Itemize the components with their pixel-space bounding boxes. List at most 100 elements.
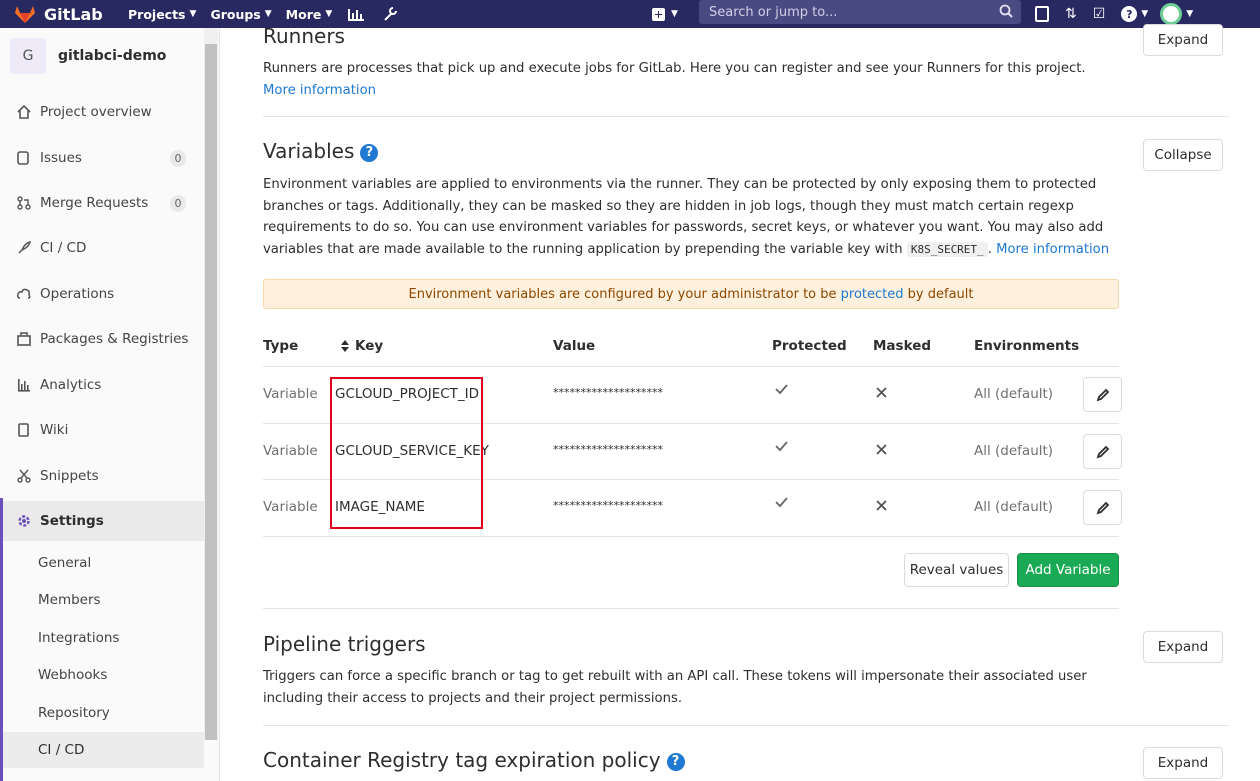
issues-count-badge: 0 bbox=[170, 150, 186, 167]
variables-title: Variables bbox=[263, 139, 355, 163]
registry-expand-button[interactable]: Expand bbox=[1143, 747, 1223, 779]
sidebar-sub-ci-cd[interactable]: CI / CD bbox=[0, 732, 204, 768]
edit-variable-button[interactable] bbox=[1083, 377, 1122, 412]
sidebar-item-snippets[interactable]: Snippets bbox=[0, 456, 204, 496]
merge-request-icon[interactable]: ⇅ bbox=[1065, 6, 1077, 22]
help-icon[interactable]: ? bbox=[360, 143, 379, 162]
sidebar-item-packages-registries[interactable]: Packages & Registries bbox=[0, 319, 204, 359]
variables-description: Environment variables are applied to env… bbox=[263, 174, 1119, 260]
merge-requests-count-badge: 0 bbox=[170, 195, 186, 212]
user-avatar[interactable] bbox=[1160, 3, 1183, 25]
column-masked: Masked bbox=[873, 338, 932, 354]
runners-more-info-link[interactable]: More information bbox=[263, 83, 376, 98]
sidebar-sub-integrations[interactable]: Integrations bbox=[0, 620, 204, 656]
sidebar-item-label: Operations bbox=[40, 286, 115, 302]
settings-active-indicator bbox=[0, 498, 3, 781]
sidebar-item-wiki[interactable]: Wiki bbox=[0, 410, 204, 450]
gear-icon bbox=[16, 513, 32, 529]
sidebar-item-project-overview[interactable]: Project overview bbox=[0, 92, 204, 132]
search-input[interactable]: Search or jump to... bbox=[699, 0, 1021, 24]
runners-desc-text: Runners are processes that pick up and e… bbox=[263, 61, 1086, 76]
chevron-down-icon: ▼ bbox=[189, 9, 197, 19]
sidebar-item-label: Snippets bbox=[40, 468, 99, 484]
alert-text-post: by default bbox=[907, 286, 974, 302]
chevron-down-icon: ▼ bbox=[1186, 9, 1194, 19]
protected-alert: Environment variables are configured by … bbox=[263, 279, 1119, 309]
alert-text-pre: Environment variables are configured by … bbox=[408, 286, 837, 302]
variables-header: Variables? bbox=[263, 139, 379, 163]
alert-protected-link[interactable]: protected bbox=[841, 287, 904, 302]
sidebar-item-operations[interactable]: Operations bbox=[0, 274, 204, 314]
chevron-down-icon: ▼ bbox=[325, 9, 333, 19]
column-value: Value bbox=[553, 338, 596, 354]
close-icon bbox=[876, 499, 887, 515]
sidebar-sub-webhooks[interactable]: Webhooks bbox=[0, 657, 204, 693]
column-protected: Protected bbox=[772, 338, 847, 354]
row-1-value: ******************** bbox=[553, 386, 663, 399]
variables-desc-period: . bbox=[987, 241, 992, 257]
sidebar-item-analytics[interactable]: Analytics bbox=[0, 365, 204, 405]
section-divider bbox=[263, 608, 1119, 609]
reveal-values-button[interactable]: Reveal values bbox=[904, 553, 1009, 587]
runners-expand-button[interactable]: Expand bbox=[1143, 24, 1223, 56]
k8s-secret-code: K8S_SECRET_ bbox=[906, 241, 988, 257]
scissors-icon bbox=[16, 468, 32, 484]
pencil-icon bbox=[1096, 445, 1109, 458]
variables-more-info-link[interactable]: More information bbox=[996, 242, 1109, 257]
column-type: Type bbox=[263, 338, 299, 354]
row-3-value: ******************** bbox=[553, 499, 663, 512]
cloud-gear-icon bbox=[16, 286, 32, 302]
book-icon bbox=[16, 422, 32, 438]
row-2-environment: All (default) bbox=[974, 443, 1054, 459]
runners-title: Runners bbox=[263, 24, 345, 48]
nav-more[interactable]: More ▼ bbox=[286, 7, 333, 22]
sidebar-sub-members[interactable]: Members bbox=[0, 582, 204, 618]
triggers-expand-button[interactable]: Expand bbox=[1143, 631, 1223, 663]
check-icon bbox=[775, 383, 788, 399]
merge-request-icon bbox=[16, 195, 32, 211]
todo-icon[interactable]: ☑ bbox=[1093, 6, 1106, 22]
new-item-menu[interactable]: ▼ bbox=[648, 0, 678, 28]
sidebar-sub-repository[interactable]: Repository bbox=[0, 695, 204, 731]
sidebar-item-issues[interactable]: Issues 0 bbox=[0, 138, 204, 178]
row-2-type: Variable bbox=[263, 443, 318, 459]
sidebar-item-label: Analytics bbox=[40, 377, 102, 393]
nav-projects[interactable]: Projects ▼ bbox=[128, 7, 196, 22]
plus-square-icon bbox=[652, 7, 665, 21]
gitlab-logo[interactable]: GitLab bbox=[14, 5, 114, 24]
wrench-icon[interactable] bbox=[380, 4, 400, 24]
sidebar-scrollbar-thumb[interactable] bbox=[205, 44, 217, 740]
search-icon bbox=[999, 4, 1013, 22]
nav-groups[interactable]: Groups ▼ bbox=[210, 7, 271, 22]
nav-more-label: More bbox=[285, 6, 322, 22]
row-divider bbox=[263, 536, 1119, 537]
section-divider bbox=[263, 116, 1229, 117]
add-variable-button[interactable]: Add Variable bbox=[1017, 553, 1119, 587]
sidebar-sub-general[interactable]: General bbox=[0, 545, 204, 581]
project-header[interactable]: G gitlabci-demo bbox=[10, 38, 166, 74]
edit-variable-button[interactable] bbox=[1083, 434, 1122, 469]
sidebar-item-settings[interactable]: Settings bbox=[0, 501, 204, 541]
sort-icon bbox=[341, 340, 349, 352]
sidebar-item-label: Wiki bbox=[40, 422, 69, 438]
sidebar-item-merge-requests[interactable]: Merge Requests 0 bbox=[0, 183, 204, 223]
sidebar-item-label: CI / CD bbox=[40, 240, 87, 256]
runners-description: Runners are processes that pick up and e… bbox=[263, 58, 1093, 101]
issues-icon[interactable] bbox=[1035, 6, 1049, 22]
edit-variable-button[interactable] bbox=[1083, 490, 1122, 525]
pencil-icon bbox=[1096, 501, 1109, 514]
project-name: gitlabci-demo bbox=[58, 48, 167, 64]
sidebar-item-ci-cd[interactable]: CI / CD bbox=[0, 228, 204, 268]
chevron-down-icon: ▼ bbox=[264, 9, 272, 19]
close-icon bbox=[876, 386, 887, 402]
help-icon[interactable]: ? bbox=[666, 752, 685, 771]
registry-header: Container Registry tag expiration policy… bbox=[263, 748, 685, 772]
variables-collapse-button[interactable]: Collapse bbox=[1143, 139, 1223, 171]
row-2-value: ******************** bbox=[553, 443, 663, 456]
row-1-type: Variable bbox=[263, 386, 318, 402]
analytics-icon[interactable] bbox=[346, 4, 366, 24]
column-environments: Environments bbox=[974, 338, 1080, 354]
help-icon[interactable]: ? bbox=[1121, 6, 1138, 22]
row-3-environment: All (default) bbox=[974, 499, 1054, 515]
column-key[interactable]: Key bbox=[340, 338, 383, 354]
